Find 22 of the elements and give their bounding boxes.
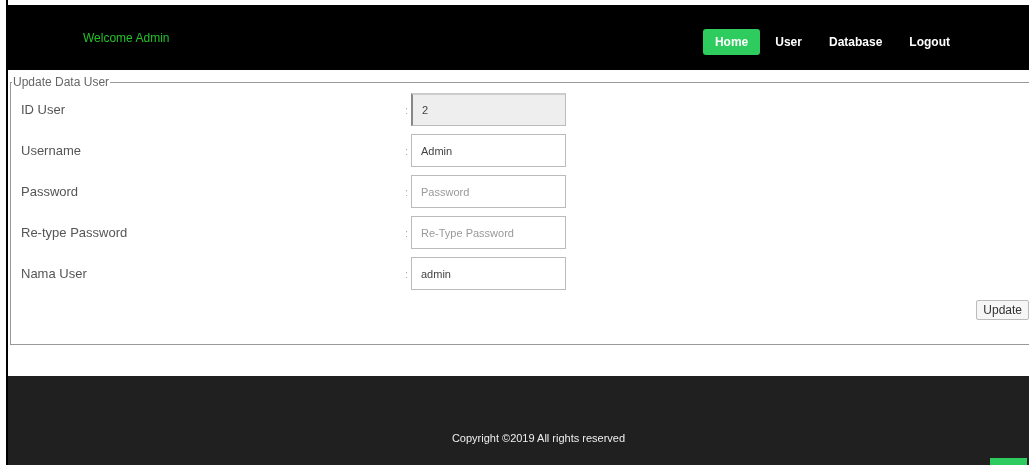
copyright-text: Copyright ©2019 All rights reserved xyxy=(451,432,626,446)
input-field[interactable]: Password xyxy=(411,175,566,208)
colon-separator: : xyxy=(405,144,410,157)
nav-link[interactable]: User xyxy=(763,29,814,55)
field-label: Username xyxy=(21,143,82,158)
nav-link[interactable]: Database xyxy=(816,29,895,55)
input-field[interactable]: Re-Type Password xyxy=(411,216,566,249)
field-label: Nama User xyxy=(21,266,88,281)
field-label: Re-type Password xyxy=(21,225,129,240)
input-field[interactable]: Admin xyxy=(411,134,566,167)
input-field[interactable]: admin xyxy=(411,257,566,290)
form-legend: Update Data User xyxy=(12,75,111,89)
colon-separator: : xyxy=(405,185,410,198)
update-button[interactable]: Update xyxy=(976,300,1029,320)
colon-separator: : xyxy=(405,267,410,280)
nav-link[interactable]: Logout xyxy=(897,29,962,55)
colon-separator: : xyxy=(405,226,410,239)
welcome-text: Welcome Admin xyxy=(83,31,170,45)
field-label: ID User xyxy=(21,102,67,117)
scroll-top-button[interactable] xyxy=(990,458,1027,465)
field-label: Password xyxy=(21,184,80,199)
colon-separator: : xyxy=(405,103,410,116)
